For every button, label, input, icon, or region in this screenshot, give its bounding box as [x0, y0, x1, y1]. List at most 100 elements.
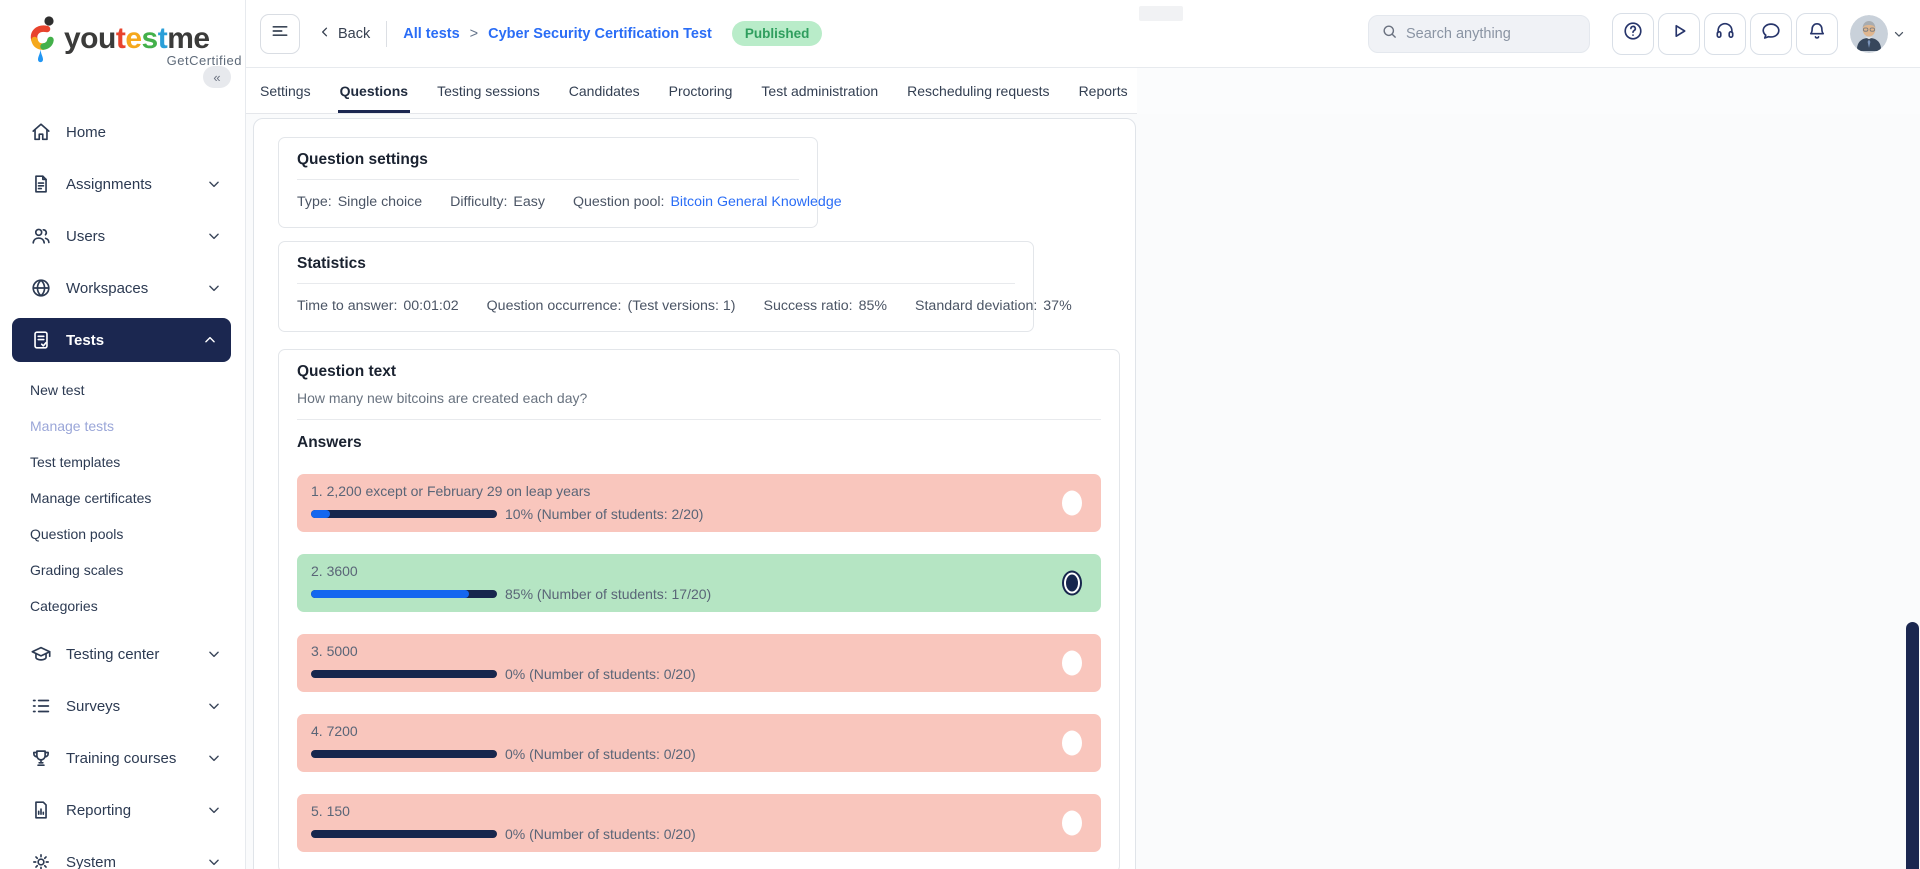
answer-stats: 10% (Number of students: 2/20)	[505, 506, 703, 522]
sidebar-subitem-question-pools[interactable]: Question pools	[0, 516, 245, 552]
sidebar-item-reporting[interactable]: Reporting	[0, 784, 245, 836]
brand-logo: youtestme GetCertified «	[0, 0, 245, 92]
hamburger-icon	[270, 21, 290, 46]
tab-rescheduling-requests[interactable]: Rescheduling requests	[905, 68, 1051, 113]
home-icon	[30, 121, 52, 143]
top-bar: Back All tests > Cyber Security Certific…	[246, 0, 1920, 68]
messages-button[interactable]	[1750, 13, 1792, 55]
success-ratio-field: Success ratio: 85%	[764, 298, 888, 314]
sidebar-item-workspaces[interactable]: Workspaces	[0, 262, 245, 314]
sidebar-item-users[interactable]: Users	[0, 210, 245, 262]
answer-radio[interactable]	[1062, 731, 1082, 756]
user-menu[interactable]	[1850, 15, 1906, 53]
sidebar-subitem-new-test[interactable]: New test	[0, 372, 245, 408]
chevron-down-icon	[207, 177, 221, 191]
sidebar-collapse-button[interactable]: «	[203, 66, 231, 88]
sidebar-item-system[interactable]: System	[0, 836, 245, 869]
answer-row: 4. 7200 0% (Number of students: 0/20)	[297, 714, 1101, 772]
sidebar-item-training-courses[interactable]: Training courses	[0, 732, 245, 784]
breadcrumb-test-name[interactable]: Cyber Security Certification Test	[488, 26, 712, 42]
answer-stats: 0% (Number of students: 0/20)	[505, 666, 696, 682]
chat-bubble-icon	[1760, 20, 1782, 47]
loading-placeholder	[1139, 6, 1183, 21]
sidebar-item-tests[interactable]: Tests	[12, 318, 231, 362]
sidebar-subitem-categories[interactable]: Categories	[0, 588, 245, 624]
chevron-down-icon	[207, 751, 221, 765]
answer-radio[interactable]	[1062, 491, 1082, 516]
menu-toggle-button[interactable]	[260, 14, 300, 54]
statistics-title: Statistics	[297, 255, 1015, 273]
sidebar-nav: Home Assignments Users	[0, 106, 245, 869]
tests-submenu: New test Manage tests Test templates Man…	[0, 366, 245, 628]
breadcrumb-separator: >	[470, 26, 478, 42]
chevron-left-icon	[318, 25, 332, 43]
answer-row: 3. 5000 0% (Number of students: 0/20)	[297, 634, 1101, 692]
notifications-button[interactable]	[1796, 13, 1838, 55]
sidebar-subitem-test-templates[interactable]: Test templates	[0, 444, 245, 480]
play-icon	[1668, 20, 1690, 47]
content-area: Question settings Type: Single choice Di…	[246, 114, 1920, 869]
answer-radio[interactable]	[1062, 651, 1082, 676]
trophy-icon	[30, 747, 52, 769]
answer-label: 3. 5000	[311, 643, 1037, 659]
question-mark-icon	[1622, 20, 1644, 47]
tab-proctoring[interactable]: Proctoring	[667, 68, 735, 113]
answer-label: 5. 150	[311, 803, 1037, 819]
divider	[386, 21, 387, 47]
top-bar-actions	[1368, 13, 1906, 55]
tab-settings[interactable]: Settings	[258, 68, 313, 113]
tab-questions[interactable]: Questions	[338, 68, 410, 113]
chevron-down-icon	[207, 855, 221, 869]
time-to-answer-field: Time to answer: 00:01:02	[297, 298, 459, 314]
search-icon	[1381, 23, 1398, 45]
breadcrumb-all-tests[interactable]: All tests	[403, 26, 459, 42]
youtestme-mark-icon	[24, 14, 60, 71]
answer-progress-bar	[311, 670, 497, 678]
assignments-icon	[30, 173, 52, 195]
answer-radio[interactable]	[1062, 811, 1082, 836]
chevron-down-icon	[1892, 27, 1906, 41]
support-button[interactable]	[1704, 13, 1746, 55]
sidebar-item-testing-center[interactable]: Testing center	[0, 628, 245, 680]
question-pool-link[interactable]: Bitcoin General Knowledge	[670, 194, 841, 210]
globe-icon	[30, 277, 52, 299]
answer-label: 4. 7200	[311, 723, 1037, 739]
chevron-down-icon	[207, 229, 221, 243]
test-tabs: Settings Questions Testing sessions Cand…	[246, 68, 1137, 114]
help-button[interactable]	[1612, 13, 1654, 55]
main-column: Back All tests > Cyber Security Certific…	[246, 0, 1920, 869]
tab-candidates[interactable]: Candidates	[567, 68, 642, 113]
answer-progress-bar	[311, 830, 497, 838]
answer-row: 5. 150 0% (Number of students: 0/20)	[297, 794, 1101, 852]
sidebar: youtestme GetCertified « Home Assignment…	[0, 0, 246, 869]
search-input[interactable]	[1406, 26, 1566, 42]
answer-radio[interactable]	[1062, 571, 1082, 596]
global-search[interactable]	[1368, 15, 1590, 53]
question-occurrence-field: Question occurrence: (Test versions: 1)	[487, 298, 736, 314]
tour-button[interactable]	[1658, 13, 1700, 55]
answer-stats: 0% (Number of students: 0/20)	[505, 826, 696, 842]
tests-icon	[30, 329, 52, 351]
sidebar-subitem-grading-scales[interactable]: Grading scales	[0, 552, 245, 588]
answer-row: 2. 3600 85% (Number of students: 17/20)	[297, 554, 1101, 612]
sidebar-item-home[interactable]: Home	[0, 106, 245, 158]
answer-progress-bar	[311, 510, 497, 518]
tab-testing-sessions[interactable]: Testing sessions	[435, 68, 542, 113]
back-button[interactable]: Back	[318, 25, 370, 43]
page-scrollbar-thumb[interactable]	[1906, 622, 1919, 869]
question-settings-title: Question settings	[297, 151, 799, 169]
sidebar-item-assignments[interactable]: Assignments	[0, 158, 245, 210]
users-icon	[30, 225, 52, 247]
app-root: youtestme GetCertified « Home Assignment…	[0, 0, 1920, 869]
sidebar-subitem-manage-certificates[interactable]: Manage certificates	[0, 480, 245, 516]
question-panel: Question settings Type: Single choice Di…	[253, 118, 1136, 869]
tab-test-administration[interactable]: Test administration	[759, 68, 880, 113]
sidebar-item-surveys[interactable]: Surveys	[0, 680, 245, 732]
sidebar-subitem-manage-tests[interactable]: Manage tests	[0, 408, 245, 444]
tab-reports[interactable]: Reports	[1077, 68, 1130, 113]
difficulty-field: Difficulty: Easy	[450, 194, 545, 210]
answer-stats: 85% (Number of students: 17/20)	[505, 586, 711, 602]
report-chart-icon	[30, 799, 52, 821]
list-icon	[30, 695, 52, 717]
chevron-down-icon	[207, 647, 221, 661]
